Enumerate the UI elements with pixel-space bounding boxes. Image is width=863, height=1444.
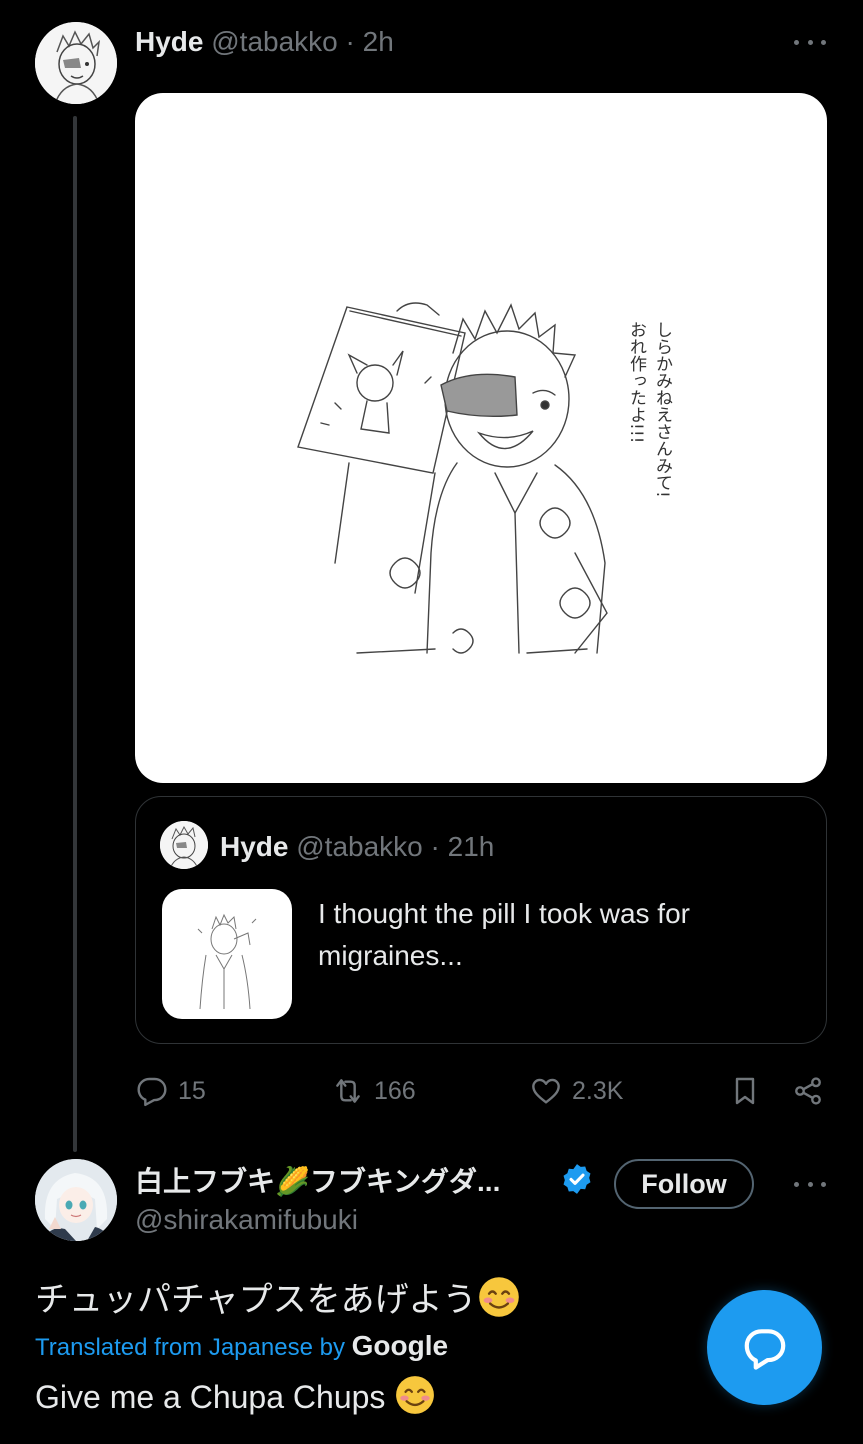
smiling-emoji-icon	[396, 1376, 435, 1414]
caption-line-1: しらかみねえさんみて!	[652, 321, 672, 498]
more-icon[interactable]	[794, 1174, 826, 1194]
like-icon	[532, 1078, 560, 1104]
compose-reply-icon	[744, 1328, 785, 1370]
retweet-count: 166	[374, 1076, 416, 1105]
separator: ·	[430, 831, 440, 862]
bookmark-button[interactable]	[729, 1075, 761, 1107]
quoted-author-handle: @tabakko	[296, 831, 423, 862]
quoted-tweet-time: 21h	[447, 831, 495, 862]
quoted-tweet[interactable]: Hyde @tabakko · 21h I thought the pill I…	[135, 796, 827, 1044]
follow-button[interactable]: Follow	[614, 1159, 754, 1209]
separator: ·	[345, 26, 355, 57]
tweet-text-jp: チュッパチャプスをあげよう	[35, 1280, 477, 1320]
quoted-tweet-text: I thought the pill I took was for migrai…	[318, 893, 690, 977]
like-count: 2.3K	[572, 1076, 624, 1105]
sketch-illustration	[297, 302, 608, 654]
reply-button[interactable]: 15	[136, 1075, 206, 1107]
retweet-button[interactable]: 166	[332, 1075, 416, 1107]
tweet-text-translated: Give me a Chupa Chups	[35, 1374, 436, 1416]
caption-line-2: おれ作ったよ!!!	[626, 321, 646, 444]
illustration-caption: しらかみねえさんみて! おれ作ったよ!!!	[623, 321, 675, 498]
translated-label[interactable]: Translated from Japanese by	[35, 1334, 345, 1361]
author-name[interactable]: 白上フブキ🌽フブキングダ...	[135, 1160, 500, 1200]
tweet-text-en: Give me a Chupa Chups	[35, 1379, 386, 1415]
sketch-avatar-icon	[35, 22, 117, 104]
thread-line	[73, 116, 77, 1152]
verified-icon	[560, 1162, 594, 1196]
translation-attribution[interactable]: Translated from Japanese by Google	[35, 1330, 448, 1362]
tweet-time[interactable]: 2h	[363, 26, 394, 57]
quoted-text-line-1: I thought the pill I took was for	[318, 898, 690, 929]
smiling-emoji-icon	[478, 1277, 519, 1317]
author-handle[interactable]: @shirakamifubuki	[135, 1204, 358, 1236]
reply-icon	[137, 1077, 167, 1107]
bookmark-icon	[735, 1077, 755, 1105]
quoted-author-name: Hyde	[220, 831, 289, 862]
compose-reply-button[interactable]	[707, 1290, 822, 1405]
like-button[interactable]: 2.3K	[530, 1075, 623, 1107]
quoted-author-avatar	[160, 821, 208, 869]
google-logo: Google	[351, 1330, 449, 1361]
retweet-icon	[336, 1079, 360, 1103]
sketch-avatar-icon	[160, 821, 208, 869]
author-name-text: 白上フブキ🌽フブキングダ...	[135, 1166, 501, 1197]
tweet-media-image[interactable]: しらかみねえさんみて! おれ作ったよ!!!	[135, 93, 827, 783]
fubuki-avatar[interactable]	[35, 1159, 117, 1241]
more-icon[interactable]	[794, 32, 826, 52]
share-icon	[795, 1077, 821, 1105]
quoted-tweet-header: Hyde @tabakko · 21h	[220, 831, 494, 863]
author-handle[interactable]: @tabakko	[211, 26, 338, 57]
sketch-thumbnail	[197, 913, 257, 1010]
tweet-header: Hyde @tabakko · 2h	[135, 26, 394, 58]
reply-count: 15	[178, 1076, 206, 1105]
hyde-avatar[interactable]	[35, 22, 117, 104]
quoted-text-line-2: migraines...	[318, 940, 463, 971]
share-button[interactable]	[792, 1075, 824, 1107]
author-name[interactable]: Hyde	[135, 26, 203, 57]
anime-avatar-icon	[35, 1159, 117, 1241]
quoted-tweet-thumbnail[interactable]	[162, 889, 292, 1019]
tweet-text-original: チュッパチャプスをあげよう	[35, 1272, 521, 1321]
